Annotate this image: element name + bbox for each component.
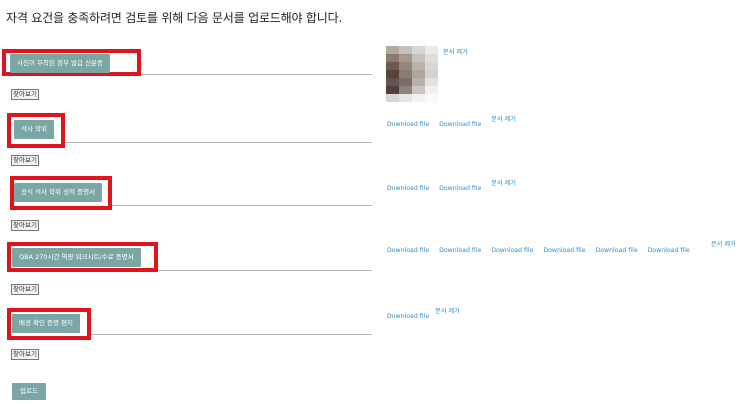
download-file-link[interactable]: Download file [491,247,533,254]
download-file-link[interactable]: Download file [596,247,638,254]
browse-button[interactable]: 찾아보기 [11,89,39,100]
file-underline [112,205,372,206]
download-file-link[interactable]: Download file [387,185,429,192]
download-file-link[interactable]: Download file [648,247,690,254]
remove-document-link[interactable]: 문서 제거 [491,180,516,187]
file-underline [65,142,372,143]
download-file-link[interactable]: Download file [387,247,429,254]
file-links-4: Download file Download file Download fil… [387,247,694,254]
download-file-link[interactable]: Download file [387,313,429,320]
upload-button[interactable]: 업로드 [12,383,46,400]
doc-button-id[interactable]: 사진이 부착된 정부 발급 신분증 [10,54,111,73]
browse-button[interactable]: 찾아보기 [11,349,39,360]
remove-document-link[interactable]: 문서 제거 [491,116,516,123]
file-underline [91,334,372,335]
uploaded-image-thumbnail[interactable] [386,46,438,102]
doc-button-qba-worksheet[interactable]: QBA 270시간 역량 워크시트/수료 증명서 [12,248,141,267]
remove-document-link[interactable]: 문서 제거 [435,308,460,315]
download-file-link[interactable]: Download file [543,247,585,254]
remove-document-link[interactable]: 문서 제거 [443,49,468,56]
download-file-link[interactable]: Download file [439,185,481,192]
remove-document-link[interactable]: 문서 제거 [711,241,739,249]
file-underline [141,74,372,75]
browse-button[interactable]: 찾아보기 [11,284,39,295]
file-underline [158,270,372,271]
file-links-3: Download file Download file 문서 제거 [387,180,524,192]
browse-button[interactable]: 찾아보기 [11,220,39,231]
file-links-2: Download file Download file 문서 제거 [387,116,524,128]
browse-button[interactable]: 찾아보기 [11,155,39,166]
file-links-5: Download file 문서 제거 [387,308,468,320]
doc-button-masters[interactable]: 석사 학위 [14,120,54,139]
download-file-link[interactable]: Download file [439,121,481,128]
doc-button-transcript[interactable]: 공식 석사 학위 성적 증명서 [14,183,103,202]
page-intro: 자격 요건을 충족하려면 검토를 위해 다음 문서를 업로드해야 합니다. [6,11,343,25]
download-file-link[interactable]: Download file [387,121,429,128]
doc-button-background-check[interactable]: 배경 확인 증명 편지 [12,314,81,333]
download-file-link[interactable]: Download file [439,247,481,254]
file-links-1: 문서 제거 [443,47,476,56]
